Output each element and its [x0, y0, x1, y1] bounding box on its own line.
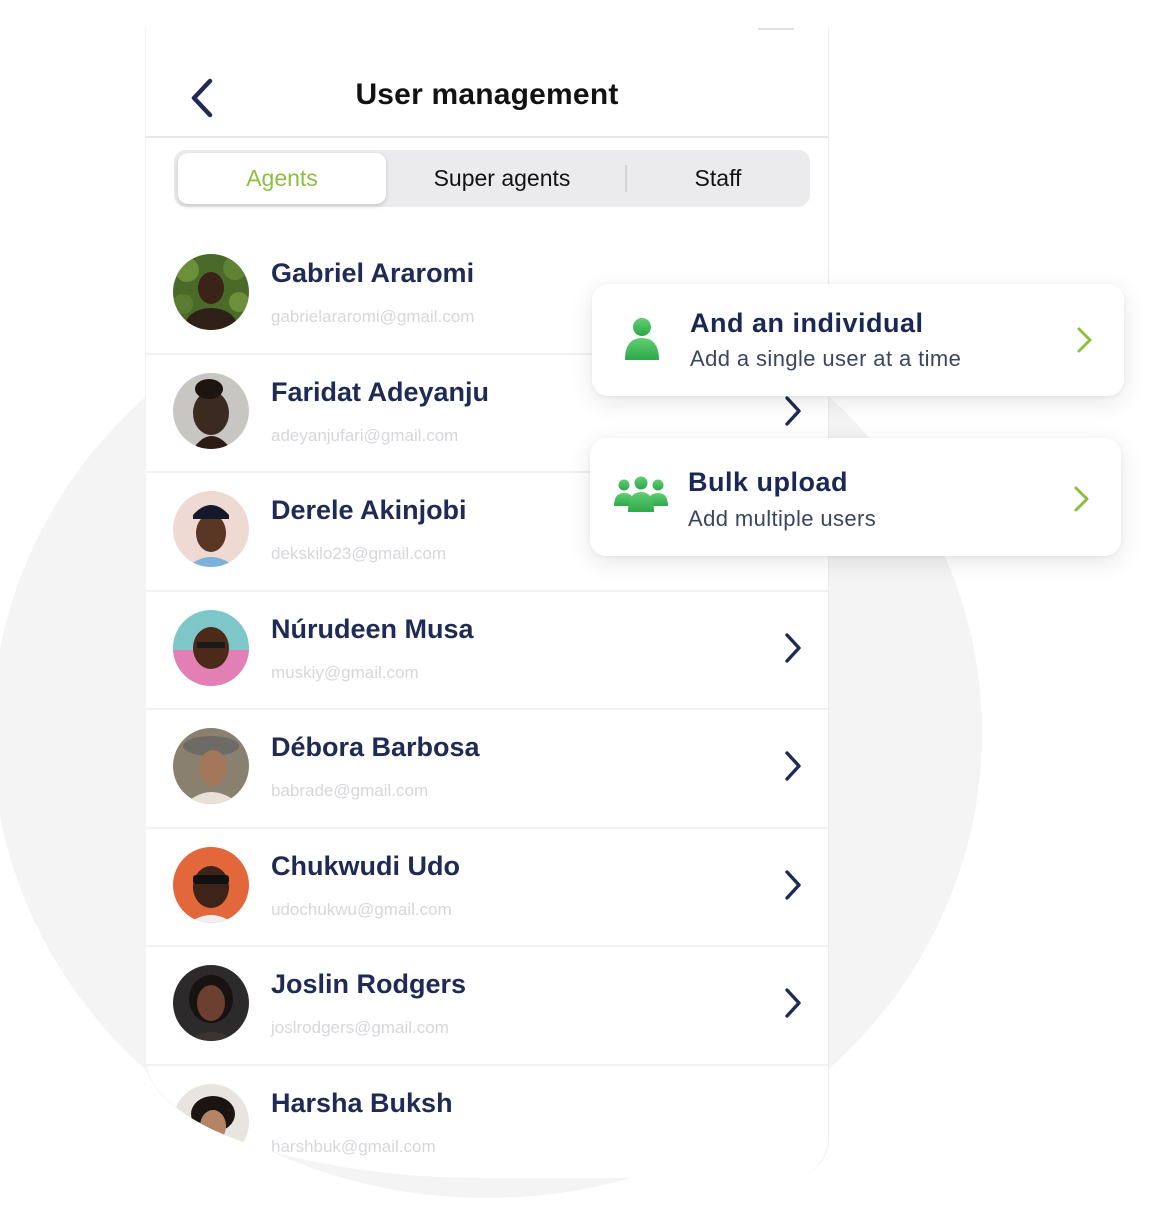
- user-row[interactable]: Débora Barbosa babrade@gmail.com: [146, 710, 828, 829]
- user-row[interactable]: Chukwudi Udo udochukwu@gmail.com: [146, 829, 828, 947]
- bulk-upload-option[interactable]: Bulk upload Add multiple users: [590, 438, 1121, 556]
- user-type-tabs: Agents Super agents Staff: [174, 150, 810, 207]
- tab-agents[interactable]: Agents: [178, 153, 386, 204]
- chevron-right-icon: [785, 395, 801, 426]
- user-name: Chukwudi Udo: [271, 850, 460, 881]
- avatar: [173, 846, 249, 923]
- user-email: muskiy@gmail.com: [271, 662, 419, 682]
- user-name: Débora Barbosa: [271, 732, 480, 762]
- chevron-right-icon: [785, 988, 801, 1018]
- group-users-icon: [614, 476, 668, 512]
- avatar: [173, 1083, 249, 1160]
- avatar: [173, 728, 249, 804]
- add-individual-option[interactable]: And an individual Add a single user at a…: [592, 284, 1124, 396]
- page-title: User management: [355, 78, 619, 111]
- phone-screen: User management Agents Super agents Staf…: [145, 28, 829, 1178]
- avatar: [173, 965, 249, 1041]
- user-name: Núrudeen Musa: [271, 613, 474, 644]
- user-row[interactable]: Núrudeen Musa muskiy@gmail.com: [146, 592, 828, 710]
- stage: User management Agents Super agents Staf…: [0, 0, 1159, 1206]
- user-row[interactable]: Joslin Rodgers joslrodgers@gmail.com: [146, 947, 828, 1066]
- chevron-right-icon: [785, 869, 801, 900]
- avatar: [173, 491, 249, 567]
- chevron-right-icon: [785, 632, 801, 663]
- user-email: babrade@gmail.com: [271, 781, 429, 800]
- user-row[interactable]: Harsha Buksh harshbuk@gmail.com: [146, 1066, 828, 1179]
- tab-super-agents[interactable]: Super agents: [390, 153, 614, 204]
- option-title: Bulk upload: [688, 467, 848, 497]
- user-name: Derele Akinjobi: [271, 495, 467, 525]
- tab-staff[interactable]: Staff: [630, 153, 806, 204]
- single-user-icon: [625, 318, 659, 360]
- option-subtitle: Add a single user at a time: [690, 346, 962, 371]
- user-email: joslrodgers@gmail.com: [271, 1018, 449, 1037]
- option-subtitle: Add multiple users: [688, 506, 877, 531]
- app-header: User management: [146, 28, 828, 138]
- option-title: And an individual: [690, 308, 924, 338]
- user-name: Joslin Rodgers: [271, 969, 467, 999]
- chevron-right-icon: [1077, 327, 1092, 353]
- user-email: udochukwu@gmail.com: [271, 899, 452, 919]
- user-name: Gabriel Araromi: [271, 258, 475, 288]
- user-name: Harsha Buksh: [271, 1087, 453, 1118]
- user-name: Faridat Adeyanju: [271, 376, 490, 407]
- chevron-right-icon: [1074, 486, 1089, 512]
- user-email: harshbuk@gmail.com: [271, 1136, 436, 1156]
- avatar: [173, 609, 249, 686]
- avatar: [173, 254, 249, 330]
- user-email: gabrielararomi@gmail.com: [271, 307, 475, 326]
- user-email: dekskilo23@gmail.com: [271, 544, 447, 563]
- tab-divider: [625, 165, 627, 192]
- chevron-right-icon: [785, 751, 801, 781]
- avatar: [173, 372, 249, 449]
- user-email: adeyanjufari@gmail.com: [271, 425, 459, 445]
